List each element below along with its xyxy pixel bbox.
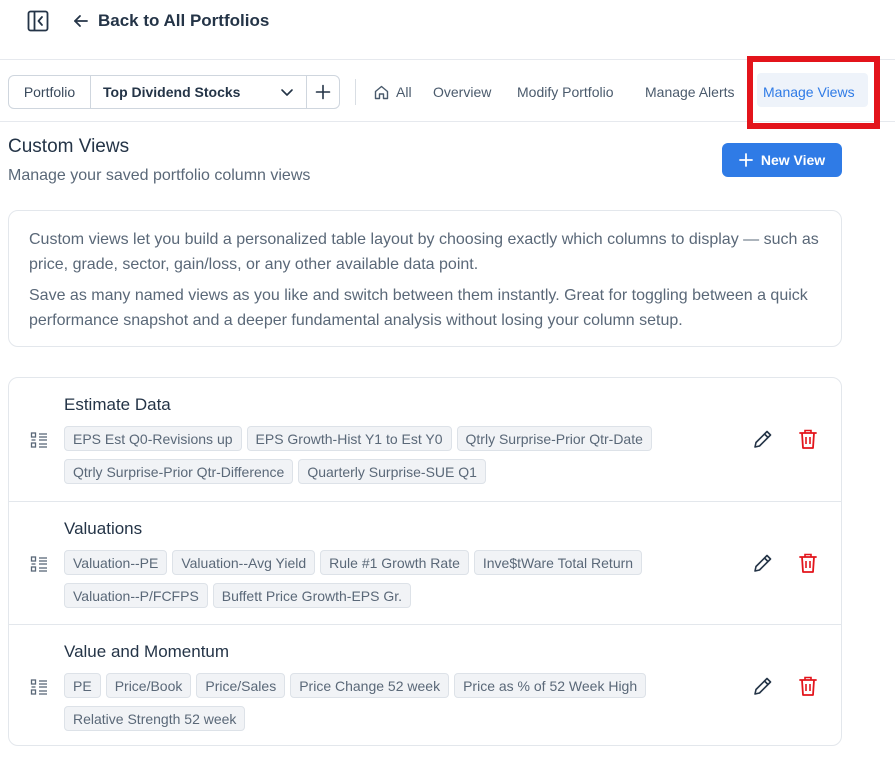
- view-row: Value and Momentum PE Price/Book Price/S…: [9, 624, 841, 747]
- edit-pencil-icon[interactable]: [752, 428, 774, 450]
- chevron-down-icon: [281, 89, 293, 96]
- top-bar: Back to All Portfolios: [0, 0, 895, 60]
- new-view-button[interactable]: New View: [722, 143, 842, 177]
- view-name: Valuations: [64, 519, 143, 538]
- view-columns: EPS Est Q0-Revisions up EPS Growth-Hist …: [64, 426, 704, 484]
- column-chip: EPS Growth-Hist Y1 to Est Y0: [246, 426, 452, 451]
- page-title: Custom Views: [8, 136, 130, 157]
- home-icon: [374, 85, 389, 99]
- portfolio-dropdown[interactable]: Top Dividend Stocks: [91, 76, 307, 108]
- list-view-icon: [30, 679, 47, 695]
- view-name: Value and Momentum: [64, 642, 230, 661]
- column-chip: Relative Strength 52 week: [64, 706, 246, 731]
- portfolio-dropdown-value: Top Dividend Stocks: [103, 84, 241, 100]
- page-subtitle: Manage your saved portfolio column views: [8, 167, 311, 184]
- view-row: Valuations Valuation--PE Valuation--Avg …: [9, 501, 841, 624]
- tab-overview-label: Overview: [433, 84, 492, 100]
- portfolio-selector-group: Portfolio Top Dividend Stocks: [8, 75, 340, 109]
- column-chip: Quarterly Surprise-SUE Q1: [298, 459, 486, 484]
- tab-manage-alerts[interactable]: Manage Alerts: [645, 81, 735, 103]
- info-paragraph: Save as many named views as you like and…: [29, 287, 808, 329]
- column-chip: PE: [64, 673, 101, 698]
- tab-modify-portfolio[interactable]: Modify Portfolio: [517, 81, 613, 103]
- back-to-portfolios-link[interactable]: Back to All Portfolios: [72, 8, 269, 34]
- arrow-left-icon: [74, 15, 88, 27]
- tab-all[interactable]: All: [373, 81, 412, 103]
- column-chip: EPS Est Q0-Revisions up: [64, 426, 242, 451]
- portfolio-label: Portfolio: [9, 76, 91, 108]
- column-chip: Qtrly Surprise-Prior Qtr-Difference: [64, 459, 294, 484]
- views-list: Estimate Data EPS Est Q0-Revisions up EP…: [8, 377, 842, 746]
- list-view-icon: [30, 556, 47, 572]
- add-portfolio-button[interactable]: [307, 76, 339, 108]
- toolbar-divider: [355, 79, 356, 105]
- view-row: Estimate Data EPS Est Q0-Revisions up EP…: [9, 378, 841, 501]
- tab-all-label: All: [396, 84, 412, 100]
- column-chip: Valuation--Avg Yield: [172, 550, 316, 575]
- column-chip: Qtrly Surprise-Prior Qtr-Date: [456, 426, 652, 451]
- column-chip: Buffett Price Growth-EPS Gr.: [212, 583, 412, 608]
- edit-pencil-icon[interactable]: [752, 552, 774, 574]
- tab-manage-views-label: Manage Views: [763, 84, 855, 100]
- info-paragraph: Custom views let you build a personalize…: [29, 231, 819, 273]
- view-name: Estimate Data: [64, 395, 171, 414]
- view-columns: Valuation--PE Valuation--Avg Yield Rule …: [64, 550, 704, 608]
- tab-modify-portfolio-label: Modify Portfolio: [517, 84, 614, 100]
- column-chip: Rule #1 Growth Rate: [320, 550, 469, 575]
- plus-icon: [315, 84, 331, 100]
- trash-icon[interactable]: [797, 428, 819, 450]
- view-columns: PE Price/Book Price/Sales Price Change 5…: [64, 673, 704, 731]
- list-view-icon: [30, 432, 47, 448]
- info-card: Custom views let you build a personalize…: [8, 210, 842, 347]
- column-chip: Price as % of 52 Week High: [454, 673, 647, 698]
- column-chip: Inve$tWare Total Return: [473, 550, 643, 575]
- edit-pencil-icon[interactable]: [752, 675, 774, 697]
- tab-manage-views[interactable]: Manage Views: [763, 81, 855, 103]
- sidebar-collapse-icon[interactable]: [27, 10, 49, 32]
- new-view-label: New View: [760, 152, 826, 168]
- column-chip: Price/Book: [105, 673, 192, 698]
- column-chip: Valuation--PE: [64, 550, 168, 575]
- tab-overview[interactable]: Overview: [433, 81, 491, 103]
- column-chip: Price Change 52 week: [290, 673, 450, 698]
- tab-manage-alerts-label: Manage Alerts: [645, 84, 735, 100]
- portfolio-toolbar: Portfolio Top Dividend Stocks All Overvi…: [0, 61, 895, 122]
- plus-icon: [738, 153, 753, 167]
- trash-icon[interactable]: [797, 552, 819, 574]
- back-link-label: Back to All Portfolios: [98, 11, 270, 30]
- column-chip: Valuation--P/FCFPS: [64, 583, 208, 608]
- trash-icon[interactable]: [797, 675, 819, 697]
- column-chip: Price/Sales: [196, 673, 286, 698]
